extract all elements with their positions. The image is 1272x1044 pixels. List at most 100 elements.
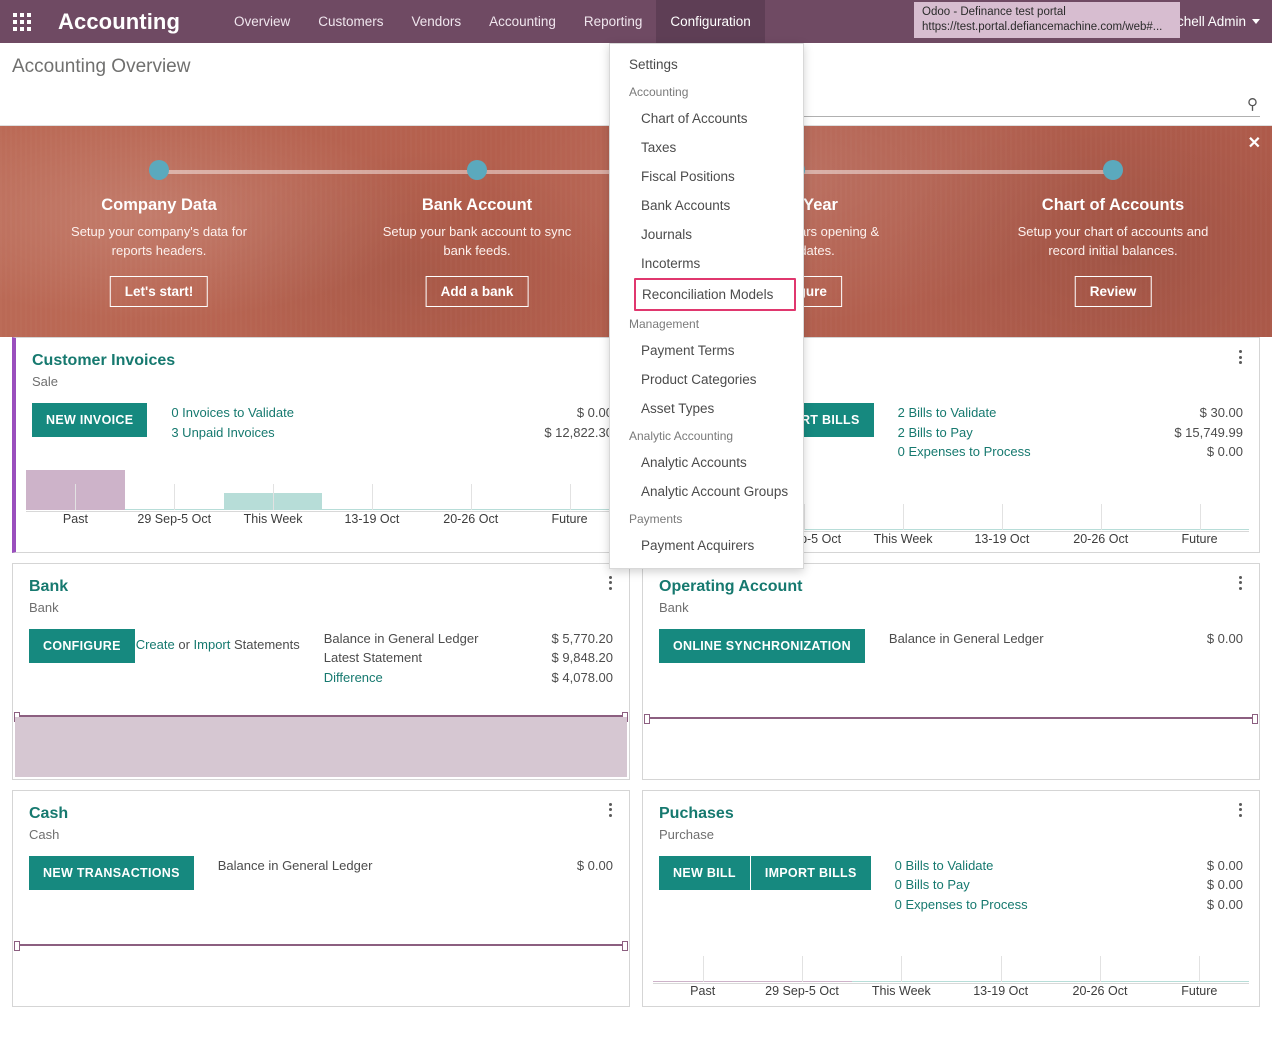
- card-stat-label[interactable]: 0 Expenses to Process: [898, 442, 1031, 462]
- nav-item-overview[interactable]: Overview: [220, 0, 304, 43]
- graph-tick: [1199, 956, 1201, 982]
- dashboard-card-row: Bank Bank CONFIGURE Create or Import Statem…: [0, 562, 1272, 790]
- card-stat-row: 0 Bills to Pay $ 0.00: [895, 875, 1243, 895]
- create-statement-link[interactable]: Create: [136, 637, 175, 652]
- card-stat-value: $ 5,770.20: [551, 630, 613, 646]
- graph-tick: [804, 503, 806, 530]
- menu-item-journals[interactable]: Journals: [610, 220, 803, 249]
- card-stat-label[interactable]: 0 Bills to Validate: [895, 856, 994, 876]
- card-header: Cash Cash NEW TRANSACTIONS Balance in Gener…: [13, 791, 629, 890]
- breadcrumb[interactable]: Accounting Overview: [12, 56, 190, 78]
- import-statement-link[interactable]: Import: [194, 637, 231, 652]
- step-action-button[interactable]: Add a bank: [425, 276, 529, 307]
- menu-item-analytic-accounts[interactable]: Analytic Accounts: [610, 448, 803, 477]
- graph-x-label: 20-26 Oct: [1073, 531, 1129, 546]
- search-input[interactable]: [792, 92, 1247, 115]
- close-icon[interactable]: ✕: [1248, 136, 1261, 152]
- card-stat-row: Latest Statement $ 9,848.20: [324, 648, 613, 668]
- graph-column: [950, 942, 1051, 982]
- card-button-configure[interactable]: CONFIGURE: [29, 628, 135, 663]
- journal-card-bank: Bank Bank CONFIGURE Create or Import Statem…: [12, 562, 630, 780]
- menu-item-reconciliation-models[interactable]: Reconciliation Models: [634, 278, 796, 311]
- menu-item-settings[interactable]: Settings: [610, 50, 803, 79]
- card-title[interactable]: Cash: [29, 805, 613, 823]
- step-action-button[interactable]: Review: [1074, 276, 1152, 307]
- card-bar-chart: Past 29 Sep-5 Oct This Week 13-19 Oct 20-26 …: [26, 470, 619, 532]
- graph-x-label: This Week: [243, 512, 303, 526]
- app-brand-title[interactable]: Accounting: [58, 9, 180, 35]
- menu-item-bank-accounts[interactable]: Bank Accounts: [610, 191, 803, 220]
- apps-grid-icon[interactable]: [0, 0, 44, 43]
- card-stat-row: 2 Bills to Validate $ 30.00: [898, 403, 1243, 423]
- user-menu[interactable]: chell Admin: [1177, 14, 1272, 29]
- nav-item-vendors[interactable]: Vendors: [398, 0, 476, 43]
- menu-item-fiscal-positions[interactable]: Fiscal Positions: [610, 162, 803, 191]
- card-stat-label: Balance in General Ledger: [888, 630, 1044, 646]
- graph-tick: [1099, 956, 1101, 982]
- card-title[interactable]: Puchases: [659, 805, 1243, 823]
- step-action-button[interactable]: Let's start!: [109, 276, 209, 307]
- card-button-new-transactions[interactable]: NEW TRANSACTIONS: [29, 855, 194, 890]
- menu-item-incoterms[interactable]: Incoterms: [610, 249, 803, 278]
- card-stat-value: $ 0.00: [1206, 444, 1243, 459]
- card-options-menu-icon[interactable]: [1233, 350, 1247, 364]
- nav-item-configuration[interactable]: Configuration: [656, 0, 765, 43]
- card-stat-label[interactable]: 0 Bills to Pay: [895, 875, 970, 895]
- nav-item-customers[interactable]: Customers: [304, 0, 397, 43]
- graph-x-label: This Week: [873, 531, 933, 546]
- card-options-menu-icon[interactable]: [603, 575, 617, 590]
- card-stat-value: $ 30.00: [1199, 405, 1243, 420]
- card-options-menu-icon[interactable]: [1233, 575, 1247, 590]
- graph-tick: [702, 956, 704, 982]
- graph-column: [124, 470, 224, 510]
- menu-item-analytic-account-groups[interactable]: Analytic Account Groups: [610, 477, 803, 506]
- step-description: Setup your bank account to sync bank fee…: [382, 224, 572, 258]
- card-button-import-bills[interactable]: IMPORT BILLS: [750, 855, 871, 890]
- card-title[interactable]: Operating Account: [659, 578, 1243, 596]
- card-stat-row: 0 Expenses to Process $ 0.00: [895, 895, 1243, 915]
- links-tail: Statements: [230, 636, 300, 652]
- graph-column: [520, 470, 619, 510]
- card-options-menu-icon[interactable]: [603, 802, 617, 817]
- graph-bars: [653, 942, 1249, 982]
- card-bar-chart: Past 29 Sep-5 Oct This Week 13-19 Oct 20-26 …: [653, 942, 1249, 1004]
- user-menu-label: chell Admin: [1176, 14, 1246, 29]
- card-stats: Balance in General Ledger $ 0.00: [889, 629, 1243, 663]
- card-stat-label[interactable]: 0 Expenses to Process: [895, 895, 1028, 915]
- menu-item-chart-of-accounts[interactable]: Chart of Accounts: [610, 104, 803, 133]
- card-title[interactable]: Customer Invoices: [32, 352, 613, 370]
- step-dot-icon: [467, 160, 487, 180]
- search-bar[interactable]: ⚲: [792, 91, 1260, 117]
- card-stat-label[interactable]: 2 Bills to Pay: [898, 423, 973, 443]
- browser-link-preview: Odoo - Definance test portal https://tes…: [914, 2, 1180, 38]
- card-subtitle: Bank: [29, 599, 59, 615]
- menu-item-payment-terms[interactable]: Payment Terms: [610, 336, 803, 365]
- menu-item-asset-types[interactable]: Asset Types: [610, 394, 803, 423]
- nav-item-reporting[interactable]: Reporting: [570, 0, 657, 43]
- card-title[interactable]: Bank: [29, 578, 613, 596]
- card-reconcile-area: [13, 712, 629, 777]
- graph-column: [322, 470, 422, 510]
- card-button-online-synchronization[interactable]: ONLINE SYNCHRONIZATION: [659, 628, 865, 663]
- menu-item-product-categories[interactable]: Product Categories: [610, 365, 803, 394]
- graph-column: [653, 942, 753, 982]
- card-stat-label[interactable]: 0 Invoices to Validate: [171, 403, 294, 423]
- card-button-new-invoice[interactable]: NEW INVOICE: [32, 403, 148, 437]
- card-button-new-bill[interactable]: NEW BILL: [659, 855, 750, 890]
- menu-item-payment-acquirers[interactable]: Payment Acquirers: [610, 531, 803, 560]
- card-options-menu-icon[interactable]: [1233, 802, 1247, 817]
- step-title: Bank Account: [421, 196, 533, 214]
- graph-x-label: Future: [551, 512, 588, 526]
- card-stat-label[interactable]: 3 Unpaid Invoices: [171, 423, 274, 443]
- search-icon[interactable]: ⚲: [1247, 95, 1260, 113]
- graph-tick: [903, 503, 905, 530]
- card-actions: NEW BILLIMPORT BILLS: [659, 855, 871, 915]
- card-stat-label[interactable]: Difference: [324, 668, 383, 688]
- graph-tick: [1001, 503, 1003, 530]
- onboarding-step-2: Bank Account Setup your bank account to s…: [318, 126, 636, 337]
- graph-tick: [801, 956, 803, 982]
- nav-item-accounting[interactable]: Accounting: [475, 0, 570, 43]
- card-stat-label[interactable]: 2 Bills to Validate: [898, 403, 997, 423]
- graph-tick: [371, 484, 373, 510]
- menu-item-taxes[interactable]: Taxes: [610, 133, 803, 162]
